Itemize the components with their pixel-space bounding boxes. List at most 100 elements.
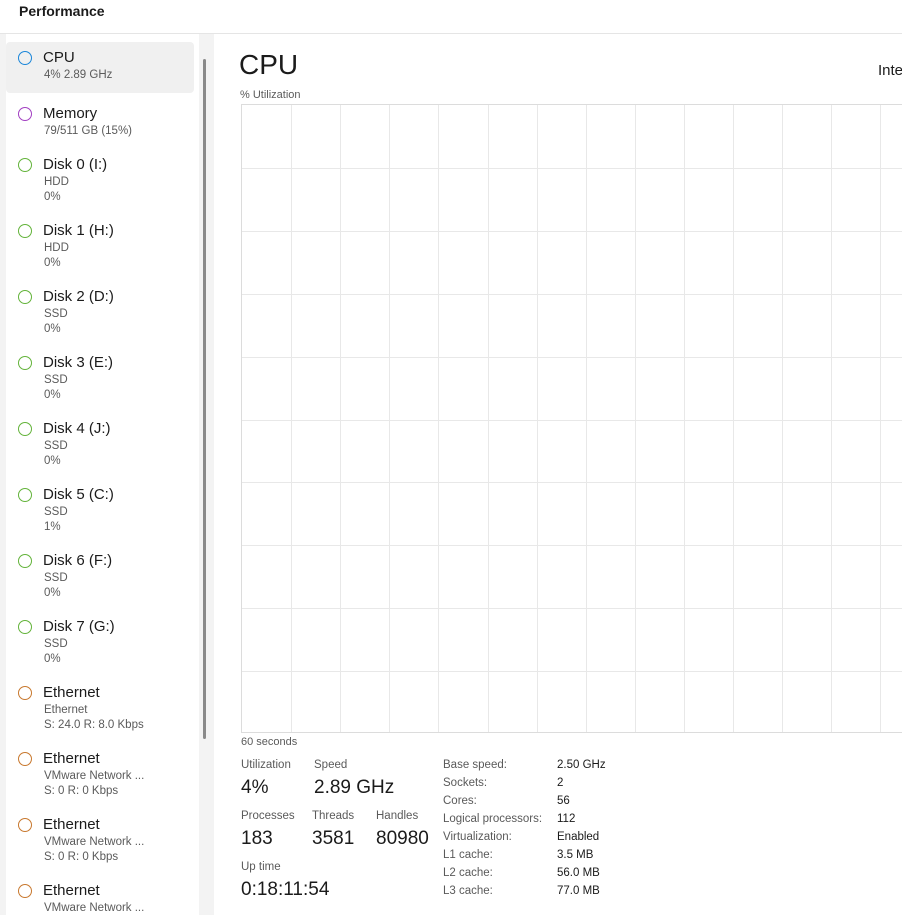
- sidebar-item-value: 0%: [44, 587, 61, 599]
- spec-value: 56: [557, 795, 570, 807]
- sidebar-item-value: 0%: [44, 191, 61, 203]
- sidebar-item-ethernet[interactable]: Ethernet VMware Network ...: [6, 875, 194, 915]
- sidebar-item-disk-3-e[interactable]: Disk 3 (E:) SSD 0%: [6, 347, 194, 413]
- spec-value: 2: [557, 777, 564, 789]
- sidebar-item-value: 0%: [44, 323, 61, 335]
- sidebar-item-value: 0%: [44, 653, 61, 665]
- status-dot-icon: [18, 620, 32, 634]
- cpu-utilization-graph: [241, 104, 902, 733]
- uptime-value: 0:18:11:54: [241, 879, 330, 900]
- sidebar-item-cpu[interactable]: CPU 4% 2.89 GHz: [6, 42, 194, 93]
- sidebar-item-detail: VMware Network ...: [44, 902, 145, 914]
- sidebar-item-detail: Ethernet: [44, 704, 88, 716]
- status-dot-icon: [18, 488, 32, 502]
- sidebar-item-disk-7-g[interactable]: Disk 7 (G:) SSD 0%: [6, 611, 194, 677]
- sidebar-item-detail: VMware Network ...: [44, 836, 145, 848]
- sidebar-item-value: 0%: [44, 455, 61, 467]
- sidebar-item-detail: SSD: [44, 308, 68, 320]
- sidebar-item-disk-2-d[interactable]: Disk 2 (D:) SSD 0%: [6, 281, 194, 347]
- status-dot-icon: [18, 356, 32, 370]
- processes-label: Processes: [241, 810, 295, 822]
- spec-value: 112: [557, 813, 576, 825]
- sidebar-item-label: Disk 2 (D:): [43, 288, 114, 305]
- threads-value: 3581: [312, 828, 355, 849]
- speed-value: 2.89 GHz: [314, 777, 395, 798]
- status-dot-icon: [18, 422, 32, 436]
- sidebar-item-label: Ethernet: [43, 882, 100, 899]
- graph-grid: [242, 105, 902, 732]
- sidebar-item-disk-6-f[interactable]: Disk 6 (F:) SSD 0%: [6, 545, 194, 611]
- sidebar-item-ethernet[interactable]: Ethernet VMware Network ... S: 0 R: 0 Kbps: [6, 743, 194, 809]
- threads-label: Threads: [312, 810, 355, 822]
- spec-label: Logical processors:: [443, 813, 543, 825]
- sidebar-item-value: S: 0 R: 0 Kbps: [44, 785, 119, 797]
- sidebar-item-ethernet[interactable]: Ethernet Ethernet S: 24.0 R: 8.0 Kbps: [6, 677, 194, 743]
- sidebar-item-value: S: 0 R: 0 Kbps: [44, 851, 119, 863]
- status-dot-icon: [18, 107, 32, 121]
- sidebar-item-ethernet[interactable]: Ethernet VMware Network ... S: 0 R: 0 Kbps: [6, 809, 194, 875]
- spec-value: Enabled: [557, 831, 600, 843]
- sidebar-item-label: CPU: [43, 49, 75, 66]
- sidebar-item-detail: VMware Network ...: [44, 770, 145, 782]
- handles-value: 80980: [376, 828, 429, 849]
- spec-label: L1 cache:: [443, 849, 493, 861]
- sidebar-item-disk-5-c[interactable]: Disk 5 (C:) SSD 1%: [6, 479, 194, 545]
- spec-label: L2 cache:: [443, 867, 493, 879]
- sidebar-item-label: Ethernet: [43, 816, 100, 833]
- status-dot-icon: [18, 51, 32, 65]
- utilization-axis-label: % Utilization: [240, 89, 301, 101]
- sidebar-item-disk-0-i[interactable]: Disk 0 (I:) HDD 0%: [6, 149, 194, 215]
- sidebar-item-detail: 79/511 GB (15%): [44, 125, 133, 137]
- status-dot-icon: [18, 752, 32, 766]
- sidebar-item-detail: SSD: [44, 440, 68, 452]
- uptime-label: Up time: [241, 861, 281, 873]
- sidebar-item-label: Disk 7 (G:): [43, 618, 115, 635]
- utilization-label: Utilization: [241, 759, 291, 771]
- sidebar-item-detail: SSD: [44, 572, 68, 584]
- time-axis-label: 60 seconds: [241, 736, 298, 748]
- sidebar-item-label: Disk 5 (C:): [43, 486, 114, 503]
- status-dot-icon: [18, 224, 32, 238]
- spec-label: Virtualization:: [443, 831, 512, 843]
- status-dot-icon: [18, 686, 32, 700]
- status-dot-icon: [18, 818, 32, 832]
- spec-label: Base speed:: [443, 759, 507, 771]
- sidebar-item-detail: SSD: [44, 374, 68, 386]
- sidebar-item-value: S: 24.0 R: 8.0 Kbps: [44, 719, 144, 731]
- spec-value: 77.0 MB: [557, 885, 600, 897]
- main-panel: CPU Inte % Utilization 60 seconds Utiliz…: [214, 34, 902, 915]
- spec-label: Sockets:: [443, 777, 488, 789]
- sidebar-item-value: 0%: [44, 389, 61, 401]
- sidebar-item-disk-1-h[interactable]: Disk 1 (H:) HDD 0%: [6, 215, 194, 281]
- spec-label: L3 cache:: [443, 885, 493, 897]
- sidebar-item-label: Disk 6 (F:): [43, 552, 113, 569]
- sidebar-item-memory[interactable]: Memory 79/511 GB (15%): [6, 98, 194, 149]
- sidebar-item-label: Memory: [43, 105, 98, 122]
- sidebar-item-label: Ethernet: [43, 684, 100, 701]
- sidebar-item-detail: SSD: [44, 638, 68, 650]
- sidebar-item-label: Disk 1 (H:): [43, 222, 114, 239]
- cpu-title: CPU: [239, 49, 299, 80]
- sidebar-item-label: Disk 3 (E:): [43, 354, 114, 371]
- sidebar-item-value: 1%: [44, 521, 61, 533]
- sidebar-item-detail: 4% 2.89 GHz: [44, 69, 113, 81]
- status-dot-icon: [18, 158, 32, 172]
- sidebar-item-value: 0%: [44, 257, 61, 269]
- status-dot-icon: [18, 554, 32, 568]
- cpu-model-name: Inte: [878, 62, 902, 79]
- handles-label: Handles: [376, 810, 419, 822]
- sidebar-item-disk-4-j[interactable]: Disk 4 (J:) SSD 0%: [6, 413, 194, 479]
- sidebar-scrollbar[interactable]: [203, 59, 206, 739]
- sidebar-item-label: Disk 0 (I:): [43, 156, 108, 173]
- spec-value: 3.5 MB: [557, 849, 594, 861]
- utilization-value: 4%: [241, 777, 269, 798]
- sidebar-item-detail: SSD: [44, 506, 68, 518]
- status-dot-icon: [18, 290, 32, 304]
- sidebar-item-label: Disk 4 (J:): [43, 420, 111, 437]
- header-bar: Performance: [0, 0, 902, 34]
- sidebar: CPU 4% 2.89 GHz Memory 79/511 GB (15%) Disk …: [0, 34, 214, 915]
- sidebar-item-label: Ethernet: [43, 750, 100, 767]
- spec-value: 56.0 MB: [557, 867, 600, 879]
- sidebar-item-detail: HDD: [44, 176, 69, 188]
- sidebar-item-detail: HDD: [44, 242, 69, 254]
